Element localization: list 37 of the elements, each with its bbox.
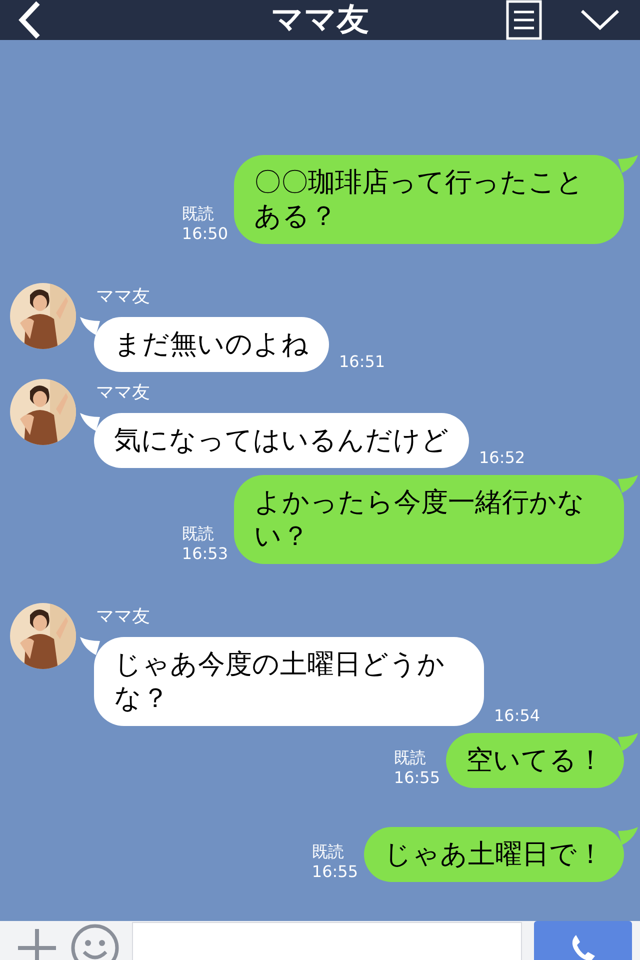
bubble-tail [618, 475, 638, 493]
message-bubble: じゃあ土曜日で！ [364, 827, 624, 882]
message-bubble: 〇〇珈琲店って行ったことある？ [234, 155, 624, 244]
bubble-tail [80, 637, 100, 655]
sender-name: ママ友 [96, 605, 151, 629]
bubble-tail [618, 733, 638, 751]
read-receipt: 既読 [182, 204, 215, 224]
back-icon[interactable] [16, 0, 42, 40]
bubble-tail [80, 413, 100, 431]
read-receipt: 既読 [312, 842, 345, 862]
message-time: 16:55 [394, 768, 440, 788]
message-bubble: 空いてる！ [446, 733, 624, 788]
plus-icon[interactable] [16, 927, 58, 960]
bubble-tail [618, 827, 638, 845]
smiley-icon[interactable] [70, 923, 120, 960]
message-bubble: よかったら今度一緒行かない？ [234, 475, 624, 564]
message-time: 16:50 [182, 224, 228, 244]
message-bubble: じゃあ今度の土曜日どうかな？ [94, 637, 484, 726]
message-bubble: 気になってはいるんだけど [94, 413, 469, 468]
read-receipt: 既読 [394, 748, 427, 768]
message-time: 16:53 [182, 544, 228, 564]
sender-name: ママ友 [96, 285, 151, 309]
sender-name: ママ友 [96, 381, 151, 405]
menu-icon[interactable] [506, 0, 542, 40]
message-bubble: まだ無いのよね [94, 317, 329, 372]
bubble-tail [618, 155, 638, 173]
phone-icon [570, 934, 596, 960]
message-time: 16:54 [494, 706, 540, 726]
chat-title: ママ友 [270, 0, 370, 40]
chevron-down-icon[interactable] [580, 9, 620, 31]
read-receipt: 既読 [182, 524, 215, 544]
message-time: 16:55 [312, 862, 358, 882]
message-time: 16:52 [479, 448, 526, 468]
call-button[interactable] [534, 921, 632, 960]
bubble-tail [80, 317, 100, 335]
message-time: 16:51 [339, 352, 386, 372]
message-input[interactable] [132, 922, 522, 960]
